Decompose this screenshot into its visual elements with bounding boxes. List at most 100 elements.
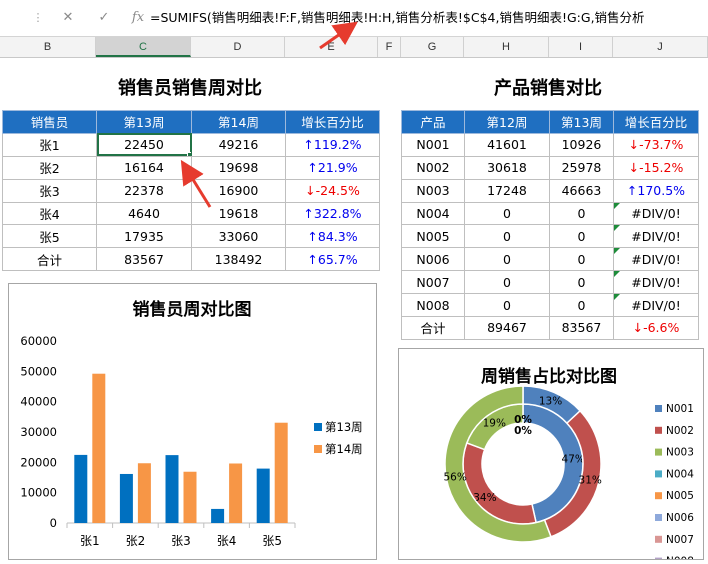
bar-week13[interactable] xyxy=(165,455,179,523)
sales-cell-growth[interactable]: ↑322.8% xyxy=(285,201,380,226)
product-cell-growth[interactable]: #DIV/0! xyxy=(613,270,699,295)
column-header-c[interactable]: C xyxy=(96,37,191,57)
sales-cell-growth[interactable]: ↑84.3% xyxy=(285,224,380,249)
product-cell-week12[interactable]: 0 xyxy=(464,224,550,249)
product-cell-growth[interactable]: ↑170.5% xyxy=(613,178,699,203)
sales-cell-week14[interactable]: 16900 xyxy=(191,178,286,203)
x-tick-label: 张1 xyxy=(80,534,100,548)
legend-swatch xyxy=(314,423,322,431)
bar-week13[interactable] xyxy=(211,508,225,523)
more-options-icon[interactable]: ⋮ xyxy=(32,10,44,26)
column-header-j[interactable]: J xyxy=(613,37,708,57)
legend-swatch xyxy=(655,426,662,434)
product-cell-week12[interactable]: 0 xyxy=(464,270,550,295)
bar-week14[interactable] xyxy=(274,422,288,523)
product-cell-growth[interactable]: #DIV/0! xyxy=(613,247,699,272)
sales-cell-week13[interactable]: 83567 xyxy=(96,247,192,272)
product-cell-growth[interactable]: #DIV/0! xyxy=(613,293,699,318)
sales-row: 张1 22450 49216 ↑119.2% xyxy=(2,132,380,157)
product-cell-growth[interactable]: ↓-15.2% xyxy=(613,155,699,180)
sales-cell-week13[interactable]: 22378 xyxy=(96,178,192,203)
bar-week13[interactable] xyxy=(256,468,270,523)
sales-cell-name[interactable]: 张2 xyxy=(2,155,97,180)
product-cell-name[interactable]: N002 xyxy=(401,155,465,180)
sales-cell-week14[interactable]: 138492 xyxy=(191,247,286,272)
bar-week14[interactable] xyxy=(92,373,106,523)
column-header-d[interactable]: D xyxy=(191,37,285,57)
product-cell-week12[interactable]: 89467 xyxy=(464,316,550,340)
sales-cell-name[interactable]: 合计 xyxy=(2,247,97,272)
product-row: N005 0 0 #DIV/0! xyxy=(401,224,699,249)
product-cell-week13[interactable]: 25978 xyxy=(549,155,614,180)
sales-cell-name[interactable]: 张4 xyxy=(2,201,97,226)
sales-cell-growth[interactable]: ↑65.7% xyxy=(285,247,380,272)
product-cell-week12[interactable]: 0 xyxy=(464,293,550,318)
legend-swatch xyxy=(655,557,662,564)
product-cell-week13[interactable]: 10926 xyxy=(549,132,614,157)
product-cell-week12[interactable]: 0 xyxy=(464,247,550,272)
doughnut-data-label: 13% xyxy=(539,396,562,408)
product-cell-week13[interactable]: 0 xyxy=(549,293,614,318)
product-cell-growth[interactable]: #DIV/0! xyxy=(613,224,699,249)
y-tick-label: 10000 xyxy=(20,486,57,500)
product-cell-week13[interactable]: 0 xyxy=(549,201,614,226)
product-cell-week13[interactable]: 83567 xyxy=(549,316,614,340)
bar-week13[interactable] xyxy=(119,473,133,523)
bar-week13[interactable] xyxy=(74,454,88,523)
product-cell-week13[interactable]: 0 xyxy=(549,224,614,249)
cancel-icon[interactable]: ✕ xyxy=(56,8,80,28)
doughnut-data-label: 47% xyxy=(562,453,585,465)
formula-input[interactable]: =SUMIFS(销售明细表!F:F,销售明细表!H:H,销售分析表!$C$4,销… xyxy=(150,8,708,28)
product-cell-growth[interactable]: ↓-6.6% xyxy=(613,316,699,340)
column-header-e[interactable]: E xyxy=(285,37,378,57)
product-cell-name[interactable]: N004 xyxy=(401,201,465,226)
sales-cell-week13[interactable]: 22450 xyxy=(96,132,192,157)
column-header-f[interactable]: F xyxy=(378,37,401,57)
product-cell-name[interactable]: N001 xyxy=(401,132,465,157)
y-tick-label: 0 xyxy=(50,516,57,530)
bar-week14[interactable] xyxy=(229,463,243,523)
product-cell-week12[interactable]: 30618 xyxy=(464,155,550,180)
sales-cell-week13[interactable]: 4640 xyxy=(96,201,192,226)
product-header-week12: 第12周 xyxy=(464,110,550,134)
product-cell-week13[interactable]: 46663 xyxy=(549,178,614,203)
product-cell-name[interactable]: N007 xyxy=(401,270,465,295)
product-cell-name[interactable]: N003 xyxy=(401,178,465,203)
column-header-h[interactable]: H xyxy=(464,37,549,57)
confirm-icon[interactable]: ✓ xyxy=(92,8,116,28)
product-cell-name[interactable]: N008 xyxy=(401,293,465,318)
product-cell-week13[interactable]: 0 xyxy=(549,270,614,295)
sales-cell-week14[interactable]: 33060 xyxy=(191,224,286,249)
insert-function-icon[interactable]: fx xyxy=(126,8,150,28)
column-header-i[interactable]: I xyxy=(549,37,613,57)
product-cell-name[interactable]: N005 xyxy=(401,224,465,249)
product-cell-week12[interactable]: 41601 xyxy=(464,132,550,157)
doughnut-chart-box[interactable]: 周销售占比对比图 47% 34% 19% 13% 31% 56% 0% 0% N001 N002 N0… xyxy=(398,348,704,564)
product-cell-name[interactable]: N006 xyxy=(401,247,465,272)
sales-cell-growth[interactable]: ↑21.9% xyxy=(285,155,380,180)
product-cell-name[interactable]: 合计 xyxy=(401,316,465,340)
sales-cell-week13[interactable]: 16164 xyxy=(96,155,192,180)
bar-week14[interactable] xyxy=(183,471,197,523)
sales-cell-name[interactable]: 张5 xyxy=(2,224,97,249)
sales-cell-name[interactable]: 张1 xyxy=(2,132,97,157)
bar-week14[interactable] xyxy=(137,463,151,523)
sales-cell-week14[interactable]: 19698 xyxy=(191,155,286,180)
bar-chart-box[interactable]: 销售员周对比图 0 10000 20000 30000 40000 50000 60000 张1… xyxy=(8,283,377,560)
sales-cell-growth[interactable]: ↓-24.5% xyxy=(285,178,380,203)
sales-cell-week13[interactable]: 17935 xyxy=(96,224,192,249)
product-cell-growth[interactable]: #DIV/0! xyxy=(613,201,699,226)
product-cell-growth[interactable]: ↓-73.7% xyxy=(613,132,699,157)
sales-cell-week14[interactable]: 19618 xyxy=(191,201,286,226)
product-header-week13: 第13周 xyxy=(549,110,614,134)
column-header-g[interactable]: G xyxy=(401,37,464,57)
product-cell-week12[interactable]: 17248 xyxy=(464,178,550,203)
sales-cell-growth[interactable]: ↑119.2% xyxy=(285,132,380,157)
product-cell-week12[interactable]: 0 xyxy=(464,201,550,226)
sales-row: 张2 16164 19698 ↑21.9% xyxy=(2,155,380,180)
sales-cell-week14[interactable]: 49216 xyxy=(191,132,286,157)
y-tick-label: 40000 xyxy=(20,395,57,409)
product-cell-week13[interactable]: 0 xyxy=(549,247,614,272)
column-header-b[interactable]: B xyxy=(0,37,96,57)
sales-cell-name[interactable]: 张3 xyxy=(2,178,97,203)
